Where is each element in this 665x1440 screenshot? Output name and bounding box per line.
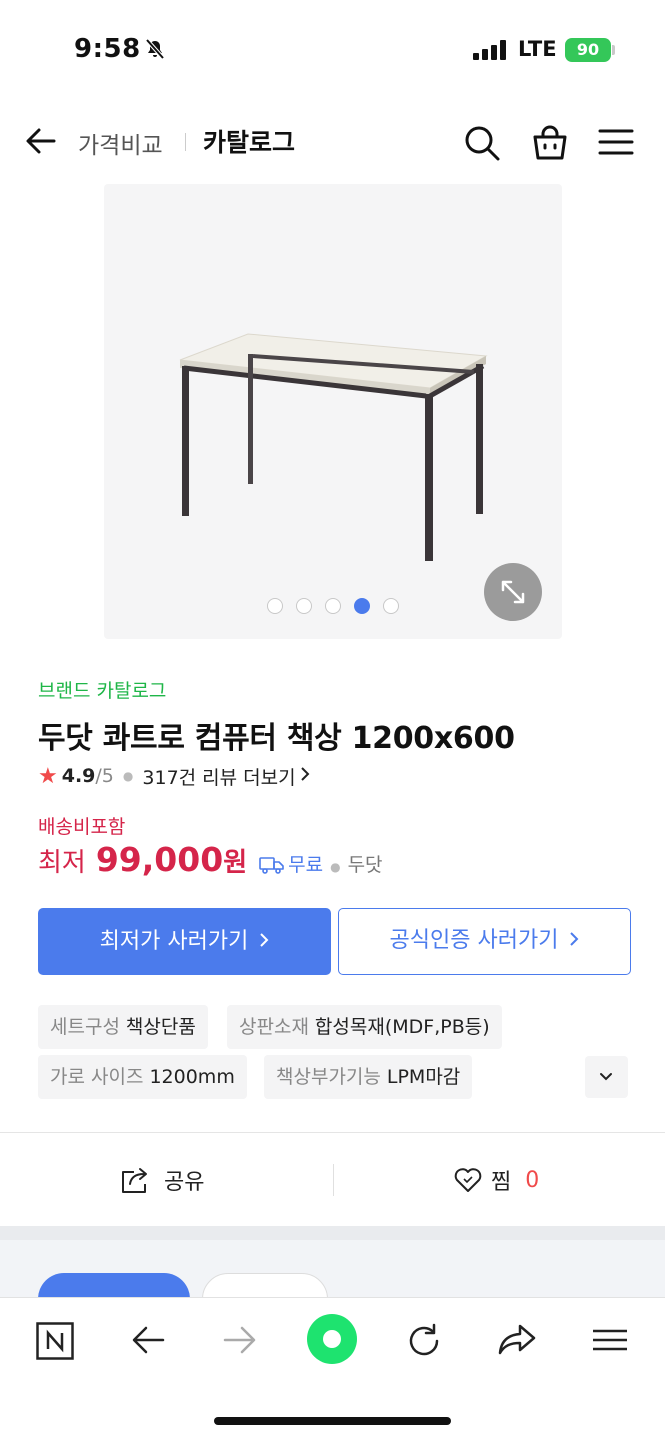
section-gap [0, 1226, 665, 1240]
shipping-fee: 무료 [288, 854, 324, 876]
spec-chip: 가로 사이즈 1200mm [38, 1055, 247, 1099]
price-row: 최저 99,000 원 무료 ● 두닷 [38, 840, 383, 880]
spec-chip: 책상부가기능 LPM마감 [264, 1055, 473, 1099]
buy-official-button[interactable]: 공식인증 사러가기 [338, 908, 631, 975]
like-count: 0 [525, 1167, 540, 1193]
chevron-right-icon [259, 929, 269, 954]
naver-home-icon[interactable] [36, 1322, 74, 1364]
product-image-gallery[interactable] [104, 184, 562, 639]
expand-specs-button[interactable] [585, 1056, 628, 1098]
bell-muted-icon [144, 38, 166, 64]
like-label: 찜 [491, 1170, 512, 1195]
buy-official-label: 공식인증 사러가기 [389, 928, 559, 953]
star-icon: ★ [38, 763, 58, 789]
gallery-dot-active[interactable] [354, 598, 370, 614]
gallery-dot[interactable] [383, 598, 399, 614]
forward-icon [223, 1325, 257, 1359]
share-label: 공유 [164, 1170, 205, 1195]
spec-value: 책상단품 [125, 1016, 196, 1038]
hamburger-menu-icon[interactable] [592, 1329, 628, 1355]
back-arrow-icon[interactable] [24, 124, 58, 162]
spec-value: 합성목재(MDF,PB등) [314, 1016, 490, 1038]
gallery-dot[interactable] [325, 598, 341, 614]
gallery-dot[interactable] [296, 598, 312, 614]
buy-lowest-label: 최저가 사러가기 [99, 929, 249, 954]
browser-toolbar [0, 1297, 665, 1440]
dot-separator: ● [330, 860, 341, 874]
page-title: 카탈로그 [203, 128, 296, 157]
top-header: 가격비교 카탈로그 [0, 110, 665, 174]
back-icon[interactable] [131, 1325, 165, 1359]
share-icon [122, 1168, 147, 1193]
network-type: LTE [518, 37, 557, 61]
reviews-link[interactable]: 317건 리뷰 더보기 [142, 763, 295, 790]
share-forward-icon[interactable] [498, 1324, 536, 1360]
dot-separator: ● [122, 769, 134, 783]
chevron-down-icon [600, 1073, 612, 1081]
below-fold-tabs [0, 1240, 665, 1298]
home-indicator[interactable] [214, 1417, 451, 1425]
tab-pill-active[interactable] [38, 1273, 190, 1298]
price-value: 99,000 [95, 840, 224, 879]
status-bar: 9:58 LTE 90 [0, 0, 665, 100]
spec-key: 가로 사이즈 [50, 1066, 144, 1088]
breadcrumb-separator [185, 133, 186, 151]
section-divider [0, 1132, 665, 1133]
spec-value: 1200mm [149, 1066, 235, 1088]
like-button[interactable]: 찜 0 [453, 1158, 539, 1202]
gallery-pagination [267, 598, 399, 614]
spec-key: 세트구성 [50, 1016, 120, 1038]
gallery-dot[interactable] [267, 598, 283, 614]
green-dot-home-icon[interactable] [307, 1314, 357, 1368]
battery-icon: 90 [565, 38, 611, 62]
price-prefix: 최저 [38, 848, 86, 878]
expand-image-button[interactable] [484, 563, 542, 621]
shipping-included-label: 배송비포함 [38, 816, 126, 838]
product-image [174, 324, 494, 568]
product-name: 두닷 콰트로 컴퓨터 책상 1200x600 [38, 721, 515, 756]
heart-icon [454, 1168, 482, 1192]
buy-lowest-price-button[interactable]: 최저가 사러가기 [38, 908, 331, 975]
spec-chip: 세트구성 책상단품 [38, 1005, 208, 1049]
search-icon[interactable] [463, 124, 501, 166]
spec-key: 책상부가기능 [276, 1066, 381, 1088]
price-unit: 원 [223, 848, 248, 878]
tab-pill[interactable] [202, 1273, 328, 1298]
chevron-right-icon [300, 765, 310, 787]
brand-catalog-tag[interactable]: 브랜드 카탈로그 [38, 676, 166, 703]
action-separator [333, 1164, 334, 1196]
rating-row: ★ 4.9 /5 ● 317건 리뷰 더보기 [38, 762, 310, 790]
hamburger-menu-icon[interactable] [598, 128, 634, 160]
share-button[interactable]: 공유 [120, 1158, 204, 1202]
status-time: 9:58 [74, 34, 141, 64]
seller-name: 두닷 [347, 854, 383, 876]
rating-score: 4.9 [61, 765, 96, 787]
truck-icon [259, 856, 285, 878]
battery-tip [612, 45, 615, 55]
rating-max: /5 [95, 765, 114, 787]
breadcrumb-price-compare[interactable]: 가격비교 [78, 126, 163, 160]
spec-key: 상판소재 [239, 1016, 309, 1038]
signal-icon [473, 40, 507, 64]
shopping-bag-icon[interactable] [530, 122, 570, 166]
chevron-right-icon [569, 928, 579, 953]
spec-value: LPM마감 [386, 1066, 461, 1088]
spec-chip: 상판소재 합성목재(MDF,PB등) [227, 1005, 502, 1049]
refresh-icon[interactable] [406, 1323, 442, 1363]
expand-icon [501, 580, 525, 604]
